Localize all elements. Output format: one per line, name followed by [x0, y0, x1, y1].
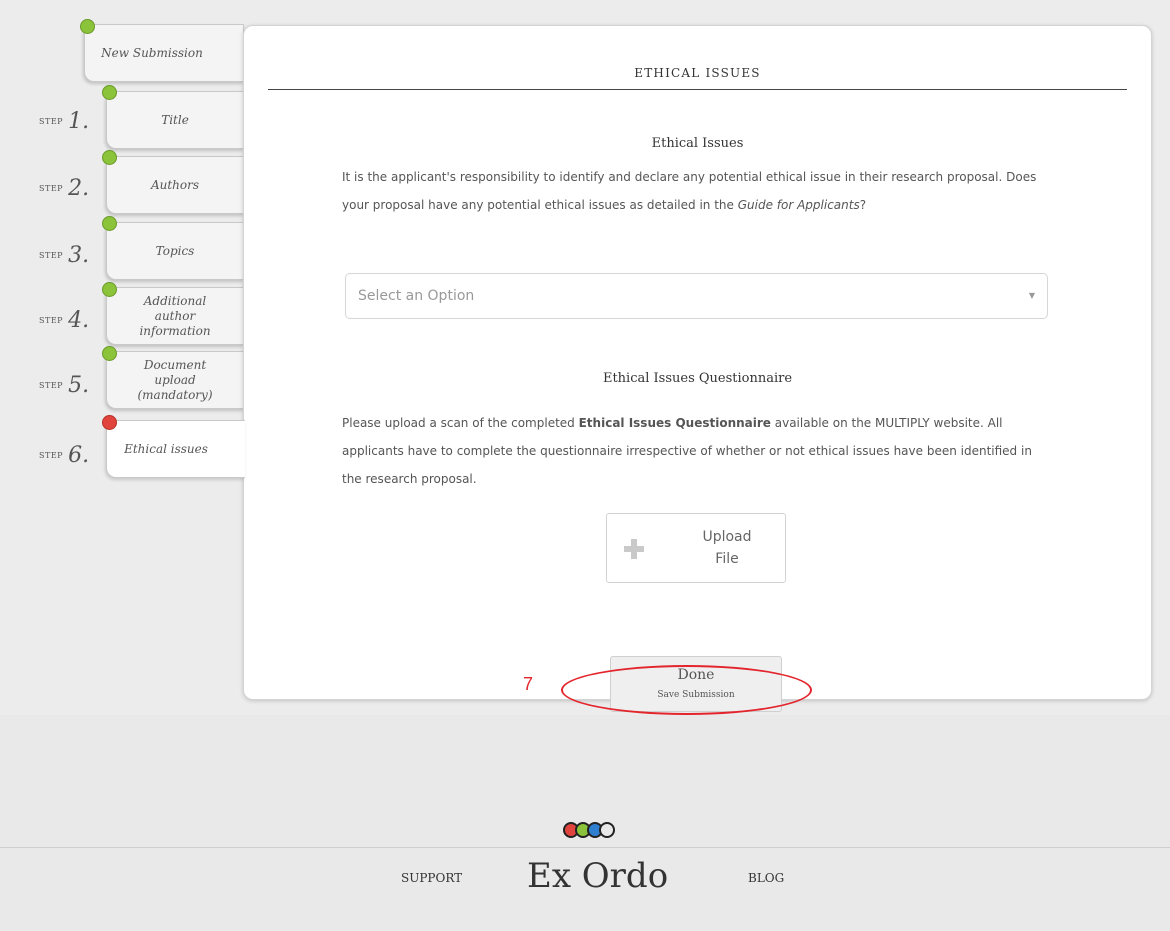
brand-logo-text: Ex Ordo — [527, 856, 669, 896]
ethical-issues-description: It is the applicant's responsibility to … — [342, 170, 1037, 212]
step-number-2: STEP 2. — [39, 176, 90, 201]
tab-label: Title — [161, 112, 189, 127]
section-heading-questionnaire: Ethical Issues Questionnaire — [602, 371, 793, 386]
step-number-3: STEP 3. — [39, 243, 90, 268]
step-number-4: STEP 4. — [39, 308, 90, 333]
tab-label: Topics — [155, 243, 195, 258]
guide-for-applicants-link[interactable]: Guide for Applicants — [738, 198, 860, 212]
status-dot-complete — [102, 85, 117, 100]
tab-step-3-topics[interactable]: Topics — [106, 222, 244, 280]
callout-number: 7 — [523, 674, 534, 694]
step-number-1: STEP 1. — [39, 109, 90, 134]
page-title: ETHICAL ISSUES — [634, 66, 761, 80]
status-dot-complete — [102, 282, 117, 297]
step-number-6: STEP 6. — [39, 443, 90, 468]
select-placeholder: Select an Option — [358, 288, 475, 304]
tab-label: Authors — [150, 177, 200, 192]
upload-label: Upload — [702, 529, 752, 545]
questionnaire-description: Please upload a scan of the completed Et… — [342, 416, 1032, 486]
tab-step-5-document-upload[interactable]: Document upload (mandatory) — [106, 351, 244, 409]
tab-step-6-ethical-issues[interactable]: Ethical issues — [106, 420, 245, 478]
tab-new-submission[interactable]: New Submission — [84, 24, 244, 82]
status-dot-complete — [102, 216, 117, 231]
status-dot-incomplete — [102, 415, 117, 430]
ex-ordo-logo-icon — [563, 822, 617, 838]
ethical-issues-select[interactable]: Select an Option ▼ — [345, 273, 1048, 319]
section-heading-ethical-issues: Ethical Issues — [651, 136, 744, 151]
status-dot-complete — [102, 150, 117, 165]
tab-label: Document upload (mandatory) — [137, 357, 213, 402]
step-number-5: STEP 5. — [39, 373, 90, 398]
plus-icon — [624, 539, 644, 559]
tab-step-2-authors[interactable]: Authors — [106, 156, 244, 214]
tab-step-4-additional-author-information[interactable]: Additional author information — [106, 287, 244, 345]
blog-link[interactable]: BLOG — [748, 871, 784, 885]
tab-step-1-title[interactable]: Title — [106, 91, 244, 149]
status-dot-complete — [80, 19, 95, 34]
tab-label: New Submission — [101, 45, 203, 60]
upload-file-button[interactable]: Upload File — [606, 513, 786, 583]
support-link[interactable]: SUPPORT — [401, 871, 462, 885]
tab-label: Ethical issues — [124, 441, 208, 456]
status-dot-complete — [102, 346, 117, 361]
callout-ellipse — [561, 665, 812, 715]
caret-down-icon: ▼ — [1028, 291, 1035, 300]
footer-divider — [0, 847, 1170, 848]
upload-label-file: File — [715, 551, 739, 567]
divider — [268, 89, 1127, 90]
main-panel: ETHICAL ISSUES Ethical Issues It is the … — [243, 25, 1152, 712]
tab-label: Additional author information — [139, 293, 211, 338]
